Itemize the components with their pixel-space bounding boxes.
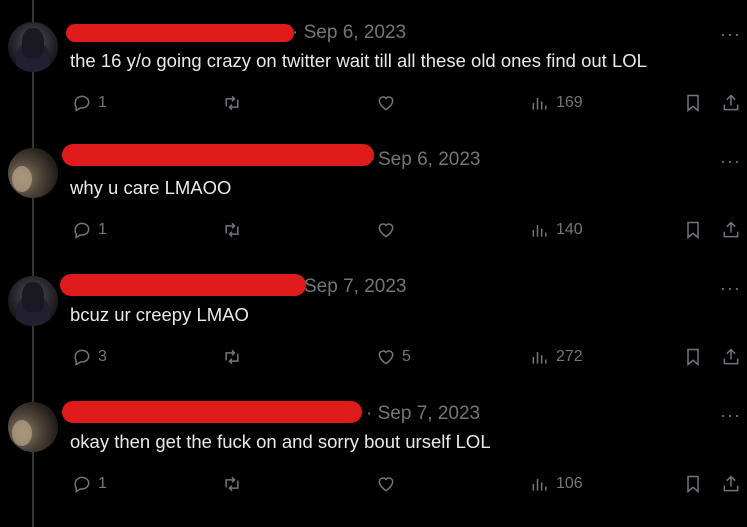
reply-button[interactable]: 3 [72,347,107,367]
heart-icon [378,350,394,365]
tweet-date[interactable]: Sep 7, 2023 [304,276,406,298]
bookmark-button[interactable] [683,347,703,367]
retweet-icon [225,476,239,492]
views-button[interactable]: 272 [530,347,583,367]
redacted-username [60,274,306,296]
reply-button[interactable]: 1 [72,220,107,240]
bookmark-icon [687,348,699,367]
view-count: 140 [556,221,583,238]
share-button[interactable] [721,93,741,113]
share-button[interactable] [721,347,741,367]
reply-icon [74,476,90,493]
share-icon [723,348,739,365]
tweet-text: why u care LMAOO [70,177,232,198]
tweet-date[interactable]: · Sep 6, 2023 [292,22,406,44]
retweet-button[interactable] [222,220,242,240]
share-button[interactable] [721,220,741,240]
share-icon [723,221,739,238]
share-button[interactable] [721,474,741,494]
avatar[interactable] [8,402,58,452]
more-options-button[interactable]: ··· [720,278,741,299]
reply-button[interactable]: 1 [72,474,107,494]
bookmark-button[interactable] [683,220,703,240]
view-count: 272 [556,348,583,365]
heart-icon [378,96,394,111]
views-icon [532,352,547,364]
share-icon [723,94,739,111]
view-count: 169 [556,94,583,111]
bookmark-button[interactable] [683,474,703,494]
share-icon [723,475,739,492]
avatar[interactable] [8,22,58,72]
like-button[interactable] [376,220,402,240]
like-count: 5 [402,348,411,365]
views-button[interactable]: 169 [530,93,583,113]
reply-count: 3 [98,348,107,365]
reply-button[interactable]: 1 [72,93,107,113]
reply-count: 1 [98,475,107,492]
more-options-button[interactable]: ··· [720,24,741,45]
retweet-button[interactable] [222,93,242,113]
avatar[interactable] [8,148,58,198]
bookmark-icon [687,475,699,494]
tweet[interactable]: Sep 7, 2023 ··· bcuz ur creepy LMAO 3 5 … [0,254,747,381]
tweet-date[interactable]: · Sep 7, 2023 [366,403,480,425]
reply-count: 1 [98,221,107,238]
view-count: 106 [556,475,583,492]
retweet-icon [225,95,239,111]
redacted-username [62,144,374,166]
reply-icon [74,95,90,112]
views-button[interactable]: 106 [530,474,583,494]
heart-icon [378,477,394,492]
like-button[interactable] [376,474,402,494]
redacted-username [62,401,362,423]
reply-icon [74,349,90,366]
more-options-button[interactable]: ··· [720,151,741,172]
tweet[interactable]: Sep 6, 2023 ··· why u care LMAOO 1 140 [0,127,747,254]
bookmark-icon [687,221,699,240]
views-icon [532,225,547,237]
retweet-button[interactable] [222,474,242,494]
retweet-icon [225,349,239,365]
like-button[interactable] [376,93,402,113]
tweet-text: the 16 y/o going crazy on twitter wait t… [70,50,647,71]
more-options-button[interactable]: ··· [720,405,741,426]
retweet-button[interactable] [222,347,242,367]
heart-icon [378,223,394,238]
views-button[interactable]: 140 [530,220,583,240]
bookmark-button[interactable] [683,93,703,113]
views-icon [532,479,547,491]
tweet-date[interactable]: Sep 6, 2023 [378,149,480,171]
tweet-text: okay then get the fuck on and sorry bout… [70,431,491,452]
like-button[interactable]: 5 [376,347,411,367]
reply-count: 1 [98,94,107,111]
bookmark-icon [687,94,699,113]
tweet[interactable]: · Sep 6, 2023 ··· the 16 y/o going crazy… [0,0,747,127]
tweet-text: bcuz ur creepy LMAO [70,304,249,325]
tweet[interactable]: · Sep 7, 2023 ··· okay then get the fuck… [0,381,747,508]
avatar[interactable] [8,276,58,326]
views-icon [532,98,547,110]
retweet-icon [225,222,239,238]
redacted-username [66,24,294,42]
reply-icon [74,222,90,239]
